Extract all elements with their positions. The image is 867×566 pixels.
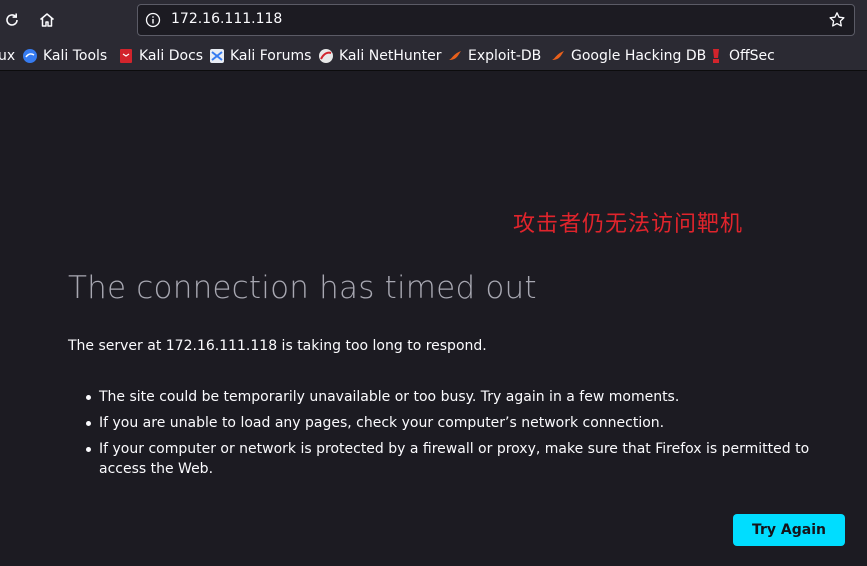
kali-nethunter-icon: [319, 48, 333, 63]
browser-toolbar: 172.16.111.118: [0, 0, 867, 40]
bookmark-label: Google Hacking DB: [571, 47, 707, 64]
kali-docs-icon: [120, 48, 132, 63]
annotation-text: 攻击者仍无法访问靶机: [513, 212, 744, 237]
reload-icon: [6, 13, 18, 26]
list-item: If you are unable to load any pages, che…: [86, 413, 846, 433]
try-again-button[interactable]: Try Again: [733, 514, 845, 546]
kali-forums-icon: [210, 48, 224, 63]
bookmark-kali-tools[interactable]: Kali Tools: [22, 40, 108, 70]
bookmarks-toolbar: ux Kali Tools Kali Docs Kali Forums Kali…: [0, 40, 867, 71]
list-item: The site could be temporarily unavailabl…: [86, 387, 846, 407]
bookmark-label: Exploit-DB: [468, 47, 542, 64]
bookmark-label: ux: [0, 47, 16, 64]
kali-tools-icon: [23, 48, 37, 63]
url-bar[interactable]: 172.16.111.118: [137, 4, 855, 36]
home-icon: [40, 13, 54, 27]
bookmark-offsec[interactable]: OffSec: [708, 40, 775, 70]
error-description: The server at 172.16.111.118 is taking t…: [68, 338, 487, 354]
error-suggestions: The site could be temporarily unavailabl…: [86, 387, 846, 485]
url-text[interactable]: 172.16.111.118: [171, 11, 282, 27]
bookmark-exploit-db[interactable]: Exploit-DB: [447, 40, 542, 70]
reload-button[interactable]: [0, 8, 24, 32]
error-title: The connection has timed out: [68, 270, 537, 306]
bookmark-kali-forums[interactable]: Kali Forums: [209, 40, 312, 70]
list-item: If your computer or network is protected…: [86, 439, 846, 479]
bookmark-star-icon[interactable]: [828, 11, 846, 29]
offsec-icon: [713, 48, 719, 63]
bookmark-partial[interactable]: ux: [0, 40, 16, 70]
exploit-db-icon: [449, 50, 461, 60]
bookmark-ghdb[interactable]: Google Hacking DB: [550, 40, 707, 70]
bookmark-kali-docs[interactable]: Kali Docs: [118, 40, 204, 70]
bookmark-label: Kali NetHunter: [339, 47, 442, 64]
bookmark-label: Kali Forums: [230, 47, 312, 64]
bookmark-label: Kali Tools: [43, 47, 108, 64]
bookmark-label: OffSec: [729, 47, 775, 64]
info-icon[interactable]: [145, 12, 161, 28]
home-button[interactable]: [35, 8, 59, 32]
bookmark-kali-nethunter[interactable]: Kali NetHunter: [318, 40, 442, 70]
ghdb-icon: [552, 50, 564, 60]
bookmark-label: Kali Docs: [139, 47, 204, 64]
